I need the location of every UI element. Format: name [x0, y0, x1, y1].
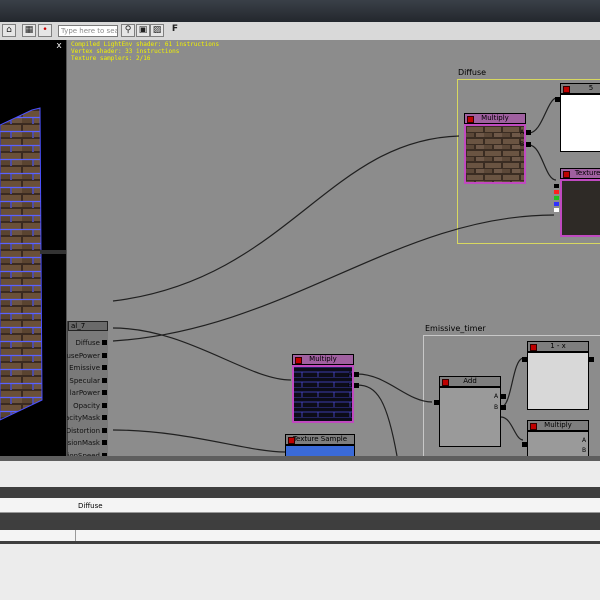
- material-input-pin[interactable]: [102, 390, 107, 395]
- expression-icon[interactable]: ▣: [136, 24, 150, 37]
- material-input-label: Opacity: [73, 401, 100, 410]
- material-input-label: acityMask: [67, 414, 100, 422]
- node-texture-sample-top[interactable]: Texture S: [554, 168, 600, 238]
- node-header: Texture Sample: [285, 434, 355, 445]
- material-input-label: ssionMask: [67, 439, 100, 447]
- material-node-title: al_7: [68, 321, 108, 331]
- material-input-pin[interactable]: [102, 377, 107, 383]
- window-title-bar: [0, 0, 600, 22]
- material-input-pin[interactable]: [102, 440, 107, 445]
- material-input-pin[interactable]: [102, 427, 107, 433]
- node-header: Multiply: [527, 420, 589, 431]
- node-multiply-right[interactable]: Multiply A B: [522, 420, 591, 456]
- pin-output[interactable]: [434, 400, 439, 405]
- channel-a[interactable]: [554, 208, 559, 212]
- node-header: 5: [560, 83, 600, 94]
- material-input-label: Specular: [69, 376, 100, 385]
- node-preview-grey: [439, 387, 501, 447]
- pin-a[interactable]: [526, 130, 531, 135]
- pin-b[interactable]: [354, 383, 359, 388]
- channel-r[interactable]: [554, 190, 559, 194]
- toolbar: ⌂ ▦ • Type here to search ⚲ ▣ ▨ F: [0, 22, 600, 41]
- node-preview-dark-texture: [560, 179, 600, 237]
- pin-a[interactable]: [354, 372, 359, 377]
- node-header: Multiply: [292, 354, 354, 365]
- grid-icon[interactable]: ▦: [22, 24, 36, 37]
- material-input-pin[interactable]: [102, 340, 107, 345]
- pin-b[interactable]: [526, 142, 531, 147]
- pin-input[interactable]: [555, 97, 560, 102]
- material-preview-viewport[interactable]: [0, 40, 67, 456]
- pin-a[interactable]: [501, 394, 506, 399]
- property-label-diffuse: Diffuse: [78, 502, 103, 510]
- node-texture-sample[interactable]: Texture Sample: [285, 434, 355, 456]
- channel-g[interactable]: [554, 196, 559, 200]
- function-icon[interactable]: ▨: [150, 24, 164, 37]
- realtime-icon[interactable]: •: [38, 24, 52, 37]
- pin-output[interactable]: [589, 357, 594, 362]
- column-divider: [75, 530, 76, 541]
- node-preview-grey: [527, 431, 589, 456]
- properties-section-bar: [0, 516, 600, 530]
- home-icon[interactable]: ⌂: [2, 24, 16, 37]
- pin-b[interactable]: [501, 405, 506, 410]
- node-multiply-top[interactable]: Multiply A B: [464, 113, 531, 185]
- material-graph-canvas[interactable]: Compiled LightEnv shader: 61 instruction…: [67, 40, 600, 456]
- node-constant-5[interactable]: 5: [555, 83, 600, 153]
- material-input-pin[interactable]: [102, 415, 107, 420]
- search-icon[interactable]: ⚲: [121, 24, 135, 37]
- brick-preview: [0, 107, 66, 421]
- node-multiply-mid[interactable]: Multiply A B: [292, 354, 359, 424]
- close-icon[interactable]: x: [54, 41, 64, 51]
- properties-empty-area: [0, 461, 600, 487]
- node-header: 1 - x: [527, 341, 589, 352]
- pin-input[interactable]: [522, 357, 527, 362]
- material-input-pin[interactable]: [102, 352, 107, 358]
- channel-b[interactable]: [554, 202, 559, 206]
- node-header: Texture S: [560, 168, 600, 179]
- pin-output[interactable]: [522, 442, 527, 447]
- node-header: Add: [439, 376, 501, 387]
- material-input-label: Distortion: [67, 426, 100, 435]
- material-input-label: larPower: [69, 389, 100, 397]
- node-header: Multiply: [464, 113, 526, 124]
- channel-rgb[interactable]: [554, 184, 559, 188]
- search-input[interactable]: Type here to search: [58, 25, 118, 37]
- node-preview-blue-brick: [292, 365, 354, 423]
- node-one-minus[interactable]: 1 - x: [522, 341, 594, 411]
- material-input-label: Diffuse: [75, 339, 100, 347]
- node-add[interactable]: Add A B: [434, 376, 506, 448]
- material-input-pin[interactable]: [102, 365, 107, 370]
- node-preview-light: [527, 352, 589, 410]
- f-icon[interactable]: F: [168, 24, 182, 37]
- properties-blank-area: [0, 544, 600, 600]
- material-output-node[interactable]: al_7 Diffuse usePower Emissive Specular larP…: [67, 321, 108, 456]
- material-input-pin[interactable]: [102, 402, 107, 408]
- material-input-label: Emissive: [69, 364, 100, 372]
- material-input-label: usePower: [67, 351, 100, 360]
- node-preview-blue: [285, 445, 355, 456]
- node-preview-brick: [464, 124, 526, 184]
- properties-header-bar: [0, 487, 600, 498]
- node-preview-white: [560, 94, 600, 152]
